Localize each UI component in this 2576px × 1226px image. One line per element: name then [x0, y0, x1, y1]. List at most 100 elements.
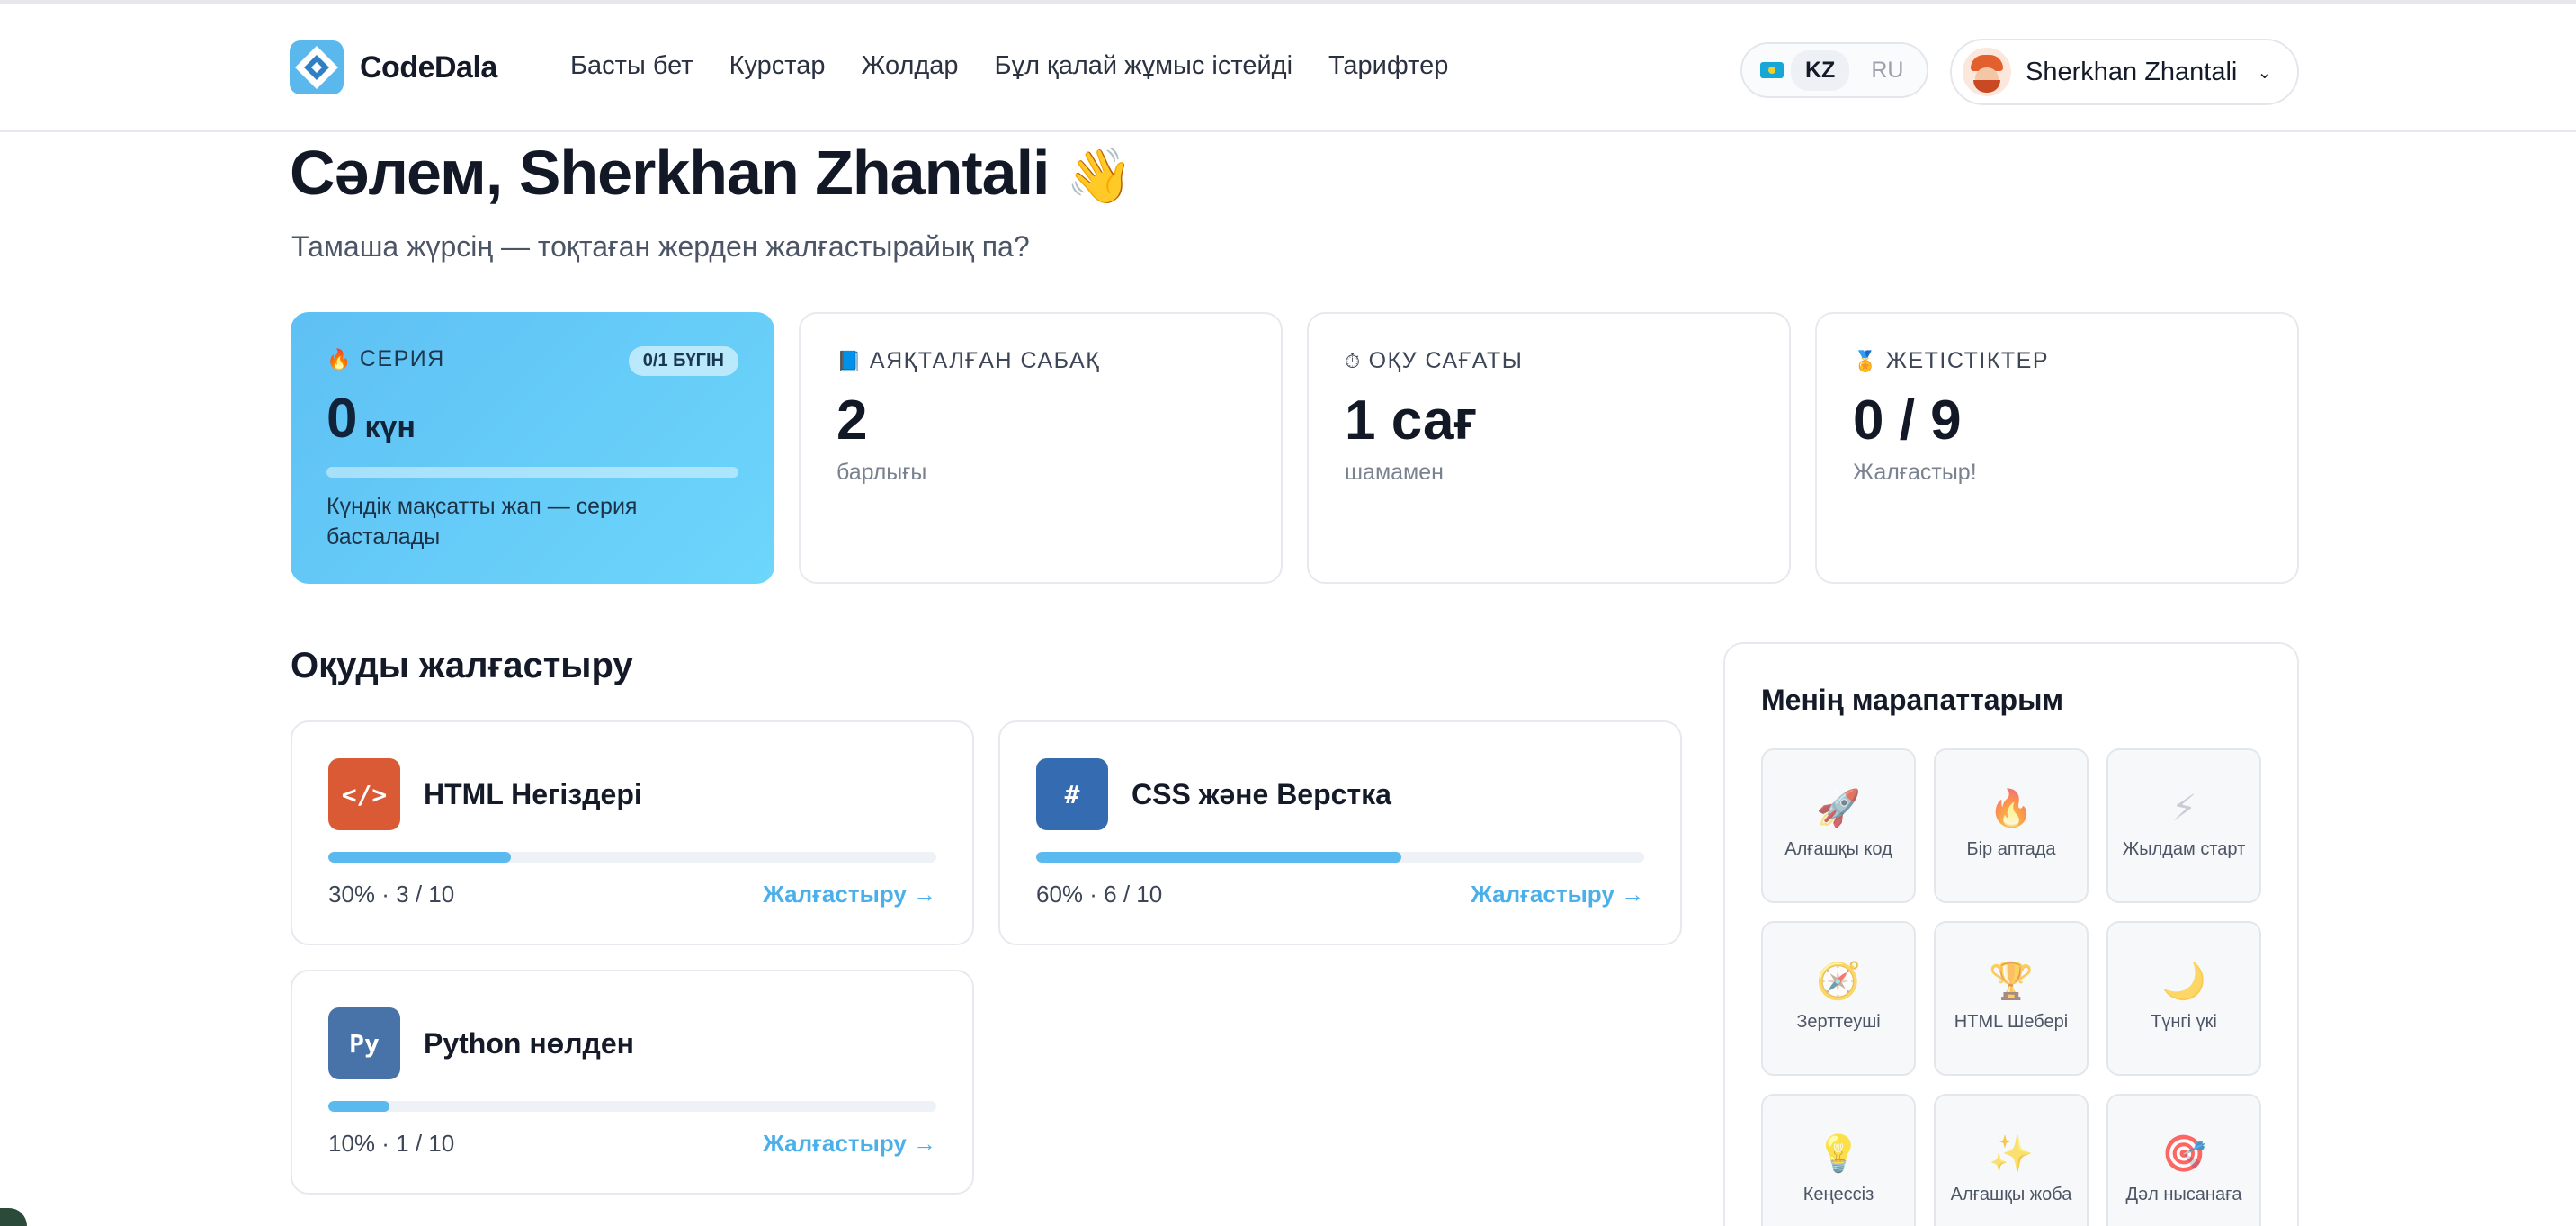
kazakhstan-flag-icon [1760, 62, 1784, 78]
award-first-project[interactable]: ✨ Алғашқы жоба [1934, 1094, 2089, 1226]
achievements-value: 0 / 9 [1853, 389, 1962, 452]
award-night-owl[interactable]: 🌙 Түнгі үкі [2106, 921, 2261, 1076]
codedala-logo-icon [290, 40, 344, 94]
course-title: HTML Негіздері [424, 777, 642, 810]
nav-link-how-it-works[interactable]: Бұл қалай жұмыс істейді [995, 51, 1292, 81]
lessons-card: 📘 АЯҚТАЛҒАН САБАҚ 2 барлығы [799, 312, 1283, 584]
award-name: Зерттеуші [1796, 1012, 1881, 1032]
lightning-icon: ⚡ [2170, 789, 2197, 828]
page-title: Сәлем, Sherkhan Zhantali 👋 [290, 137, 1133, 209]
award-name: Жылдам старт [2122, 839, 2246, 859]
lang-option-kz[interactable]: KZ [1791, 49, 1850, 91]
award-name: Дәл нысанаға [2125, 1185, 2242, 1204]
hours-card: ⏱ ОҚУ САҒАТЫ 1 сағ шамамен [1307, 312, 1791, 584]
continue-link[interactable]: Жалғастыру → [763, 881, 936, 908]
greeting-text: Сәлем, Sherkhan Zhantali [290, 138, 1051, 208]
achievements-card: 🏅 ЖЕТІСТІКТЕР 0 / 9 Жалғастыр! [1815, 312, 2299, 584]
course-progress-fill [328, 1101, 389, 1112]
sparkles-icon: ✨ [1989, 1134, 2034, 1174]
streak-unit: күн [364, 410, 416, 444]
continue-link[interactable]: Жалғастыру → [1471, 881, 1644, 908]
course-progress-text: 10% · 1 / 10 [328, 1130, 455, 1157]
award-name: Бір аптада [1966, 839, 2056, 859]
compass-icon: 🧭 [1816, 962, 1861, 1001]
course-title: CSS және Верстка [1131, 777, 1391, 810]
target-icon: 🎯 [2161, 1134, 2206, 1174]
hours-note: шамамен [1345, 460, 1444, 485]
awards-panel: Менің марапаттарым 🚀 Алғашқы код 🔥 Бір а… [1723, 642, 2299, 1226]
lessons-note: барлығы [836, 460, 927, 485]
award-name: Алғашқы код [1784, 839, 1892, 859]
brand-name: CodeDala [360, 49, 497, 85]
book-icon: 📘 [836, 349, 863, 372]
nav-link-courses[interactable]: Курстар [729, 51, 826, 81]
lang-option-ru[interactable]: RU [1856, 50, 1918, 91]
html-code-icon: </> [328, 758, 400, 830]
hours-label: ⏱ ОҚУ САҒАТЫ [1345, 348, 1753, 374]
award-name: Кеңессіз [1802, 1185, 1874, 1204]
user-name: Sherkhan Zhantali [2026, 57, 2238, 86]
course-title: Python нөлден [424, 1026, 634, 1060]
award-bullseye[interactable]: 🎯 Дәл нысанаға [2106, 1094, 2261, 1226]
lightbulb-icon: 💡 [1816, 1134, 1861, 1174]
achievements-label: 🏅 ЖЕТІСТІКТЕР [1853, 348, 2261, 374]
course-progress-bar [328, 1101, 936, 1112]
award-explorer[interactable]: 🧭 Зерттеуші [1761, 921, 1916, 1076]
continue-section-title: Оқуды жалғастыру [291, 646, 633, 685]
main-nav: Басты бет Курстар Жолдар Бұл қалай жұмыс… [570, 51, 1448, 81]
course-progress-bar [1036, 852, 1644, 863]
nav-link-paths[interactable]: Жолдар [862, 51, 959, 81]
css-hash-icon: # [1036, 758, 1108, 830]
award-name: HTML Шебері [1954, 1012, 2069, 1032]
language-switcher: KZ RU [1740, 42, 1928, 98]
rocket-icon: 🚀 [1816, 789, 1861, 828]
waving-hand-icon: 👋 [1065, 146, 1133, 206]
streak-value: 0 күн [326, 387, 738, 451]
brand-logo[interactable]: CodeDala [290, 40, 497, 94]
moon-icon: 🌙 [2161, 962, 2206, 1001]
user-menu-button[interactable]: Sherkhan Zhantali ⌄ [1950, 39, 2299, 105]
course-card-python[interactable]: Py Python нөлден 10% · 1 / 10 Жалғастыру… [291, 970, 974, 1195]
status-badge: 0/1 БҮГІН [628, 346, 738, 376]
continue-link[interactable]: Жалғастыру → [763, 1130, 936, 1158]
medal-icon: 🏅 [1853, 349, 1879, 372]
streak-count: 0 [326, 388, 358, 450]
streak-label-text: СЕРИЯ [359, 346, 445, 371]
course-card-css[interactable]: # CSS және Верстка 60% · 6 / 10 Жалғасты… [998, 720, 1682, 945]
lessons-value: 2 [836, 389, 868, 452]
award-html-master[interactable]: 🏆 HTML Шебері [1934, 921, 2089, 1076]
course-progress-text: 30% · 3 / 10 [328, 881, 455, 908]
fire-icon: 🔥 [1989, 789, 2034, 828]
streak-card: 🔥 СЕРИЯ 0/1 БҮГІН 0 күн Күндік мақсатты ж… [291, 312, 774, 584]
award-one-week[interactable]: 🔥 Бір аптада [1934, 748, 2089, 903]
greeting-subtitle: Тамаша жүрсің — тоқтаған жерден жалғасты… [291, 230, 1030, 263]
achievements-note: Жалғастыр! [1853, 460, 1977, 485]
achievements-label-text: ЖЕТІСТІКТЕР [1885, 348, 2050, 373]
lessons-label: 📘 АЯҚТАЛҒАН САБАҚ [836, 348, 1245, 374]
nav-link-pricing[interactable]: Тарифтер [1328, 51, 1448, 81]
course-progress-fill [328, 852, 511, 863]
award-name: Түнгі үкі [2151, 1012, 2217, 1032]
top-navbar: CodeDala Басты бет Курстар Жолдар Бұл қа… [0, 4, 2576, 132]
course-progress-fill [1036, 852, 1401, 863]
course-card-html[interactable]: </> HTML Негіздері 30% · 3 / 10 Жалғасты… [291, 720, 974, 945]
course-progress-bar [328, 852, 936, 863]
award-no-hints[interactable]: 💡 Кеңессіз [1761, 1094, 1916, 1226]
hours-value: 1 сағ [1345, 389, 1478, 452]
avatar [1963, 48, 2011, 96]
award-quick-start[interactable]: ⚡ Жылдам старт [2106, 748, 2261, 903]
page-corner-decoration [0, 1208, 27, 1226]
chevron-down-icon: ⌄ [2257, 62, 2273, 83]
award-first-code[interactable]: 🚀 Алғашқы код [1761, 748, 1916, 903]
course-progress-text: 60% · 6 / 10 [1036, 881, 1163, 908]
lessons-label-text: АЯҚТАЛҒАН САБАҚ [869, 348, 1101, 373]
trophy-icon: 🏆 [1989, 962, 2034, 1001]
awards-title: Менің марапаттарым [1761, 684, 2064, 716]
stopwatch-icon: ⏱ [1345, 349, 1362, 372]
award-name: Алғашқы жоба [1950, 1185, 2072, 1204]
fire-icon: 🔥 [326, 347, 353, 371]
hours-label-text: ОҚУ САҒАТЫ [1368, 348, 1524, 373]
streak-progress-bar [326, 467, 738, 478]
streak-note: Күндік мақсатты жап — серия басталады [326, 494, 638, 550]
nav-link-home[interactable]: Басты бет [570, 51, 693, 81]
